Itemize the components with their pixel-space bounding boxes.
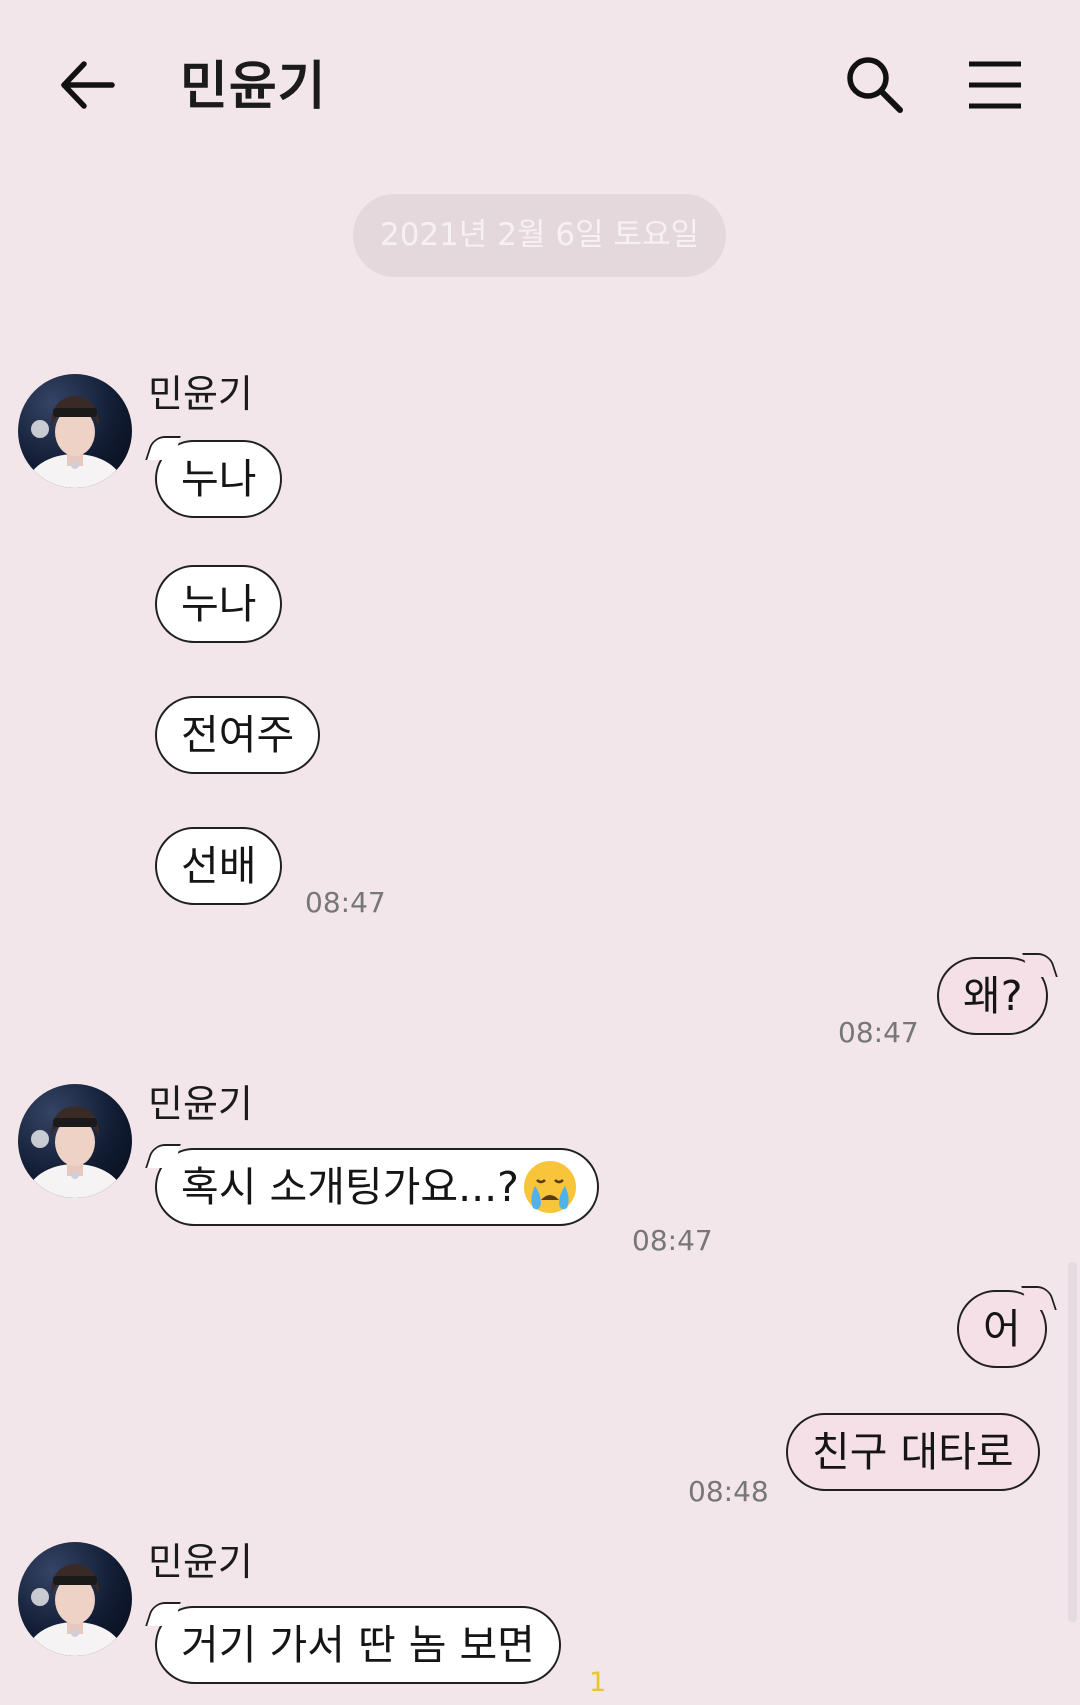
- search-button[interactable]: [842, 52, 908, 118]
- avatar[interactable]: [18, 1084, 132, 1198]
- message-bubble[interactable]: 전여주: [155, 696, 321, 774]
- message-time: 08:47: [632, 1224, 713, 1257]
- menu-button[interactable]: [965, 56, 1025, 114]
- sender-name: 민윤기: [148, 1082, 253, 1126]
- hamburger-menu-icon: [969, 61, 1021, 109]
- profile-photo: [27, 1564, 123, 1656]
- message-bubble[interactable]: 누나: [155, 565, 283, 643]
- profile-photo: [27, 1106, 123, 1198]
- search-icon: [847, 57, 903, 113]
- crying-face-emoji: [523, 1161, 576, 1213]
- message-bubble[interactable]: 누나: [155, 440, 283, 518]
- chat-title: 민윤기: [180, 57, 327, 117]
- message-bubble[interactable]: 거기 가서 딴 놈 보면: [155, 1606, 561, 1684]
- my-message-bubble[interactable]: 어: [957, 1290, 1047, 1368]
- avatar[interactable]: [18, 1542, 132, 1656]
- message-time: 08:48: [688, 1475, 769, 1508]
- message-time: 08:47: [838, 1016, 919, 1049]
- message-bubble[interactable]: 혹시 소개팅가요...?: [155, 1148, 599, 1226]
- sender-name: 민윤기: [148, 372, 253, 416]
- sender-name: 민윤기: [148, 1540, 253, 1584]
- my-message-bubble[interactable]: 친구 대타로: [786, 1413, 1040, 1491]
- message-time: 08:47: [305, 886, 386, 919]
- date-separator: 2021년 2월 6일 토요일: [353, 194, 726, 277]
- arrow-left-icon: [61, 61, 115, 109]
- avatar[interactable]: [18, 374, 132, 488]
- message-text: 혹시 소개팅가요...?: [181, 1163, 519, 1211]
- chat-header: 민윤기: [0, 0, 1080, 175]
- scrollbar[interactable]: [1068, 1262, 1077, 1622]
- back-button[interactable]: [56, 54, 118, 116]
- profile-photo: [27, 396, 123, 488]
- message-bubble[interactable]: 선배: [155, 827, 283, 905]
- my-message-bubble[interactable]: 왜?: [937, 957, 1049, 1035]
- unread-count-badge: 1: [589, 1667, 607, 1698]
